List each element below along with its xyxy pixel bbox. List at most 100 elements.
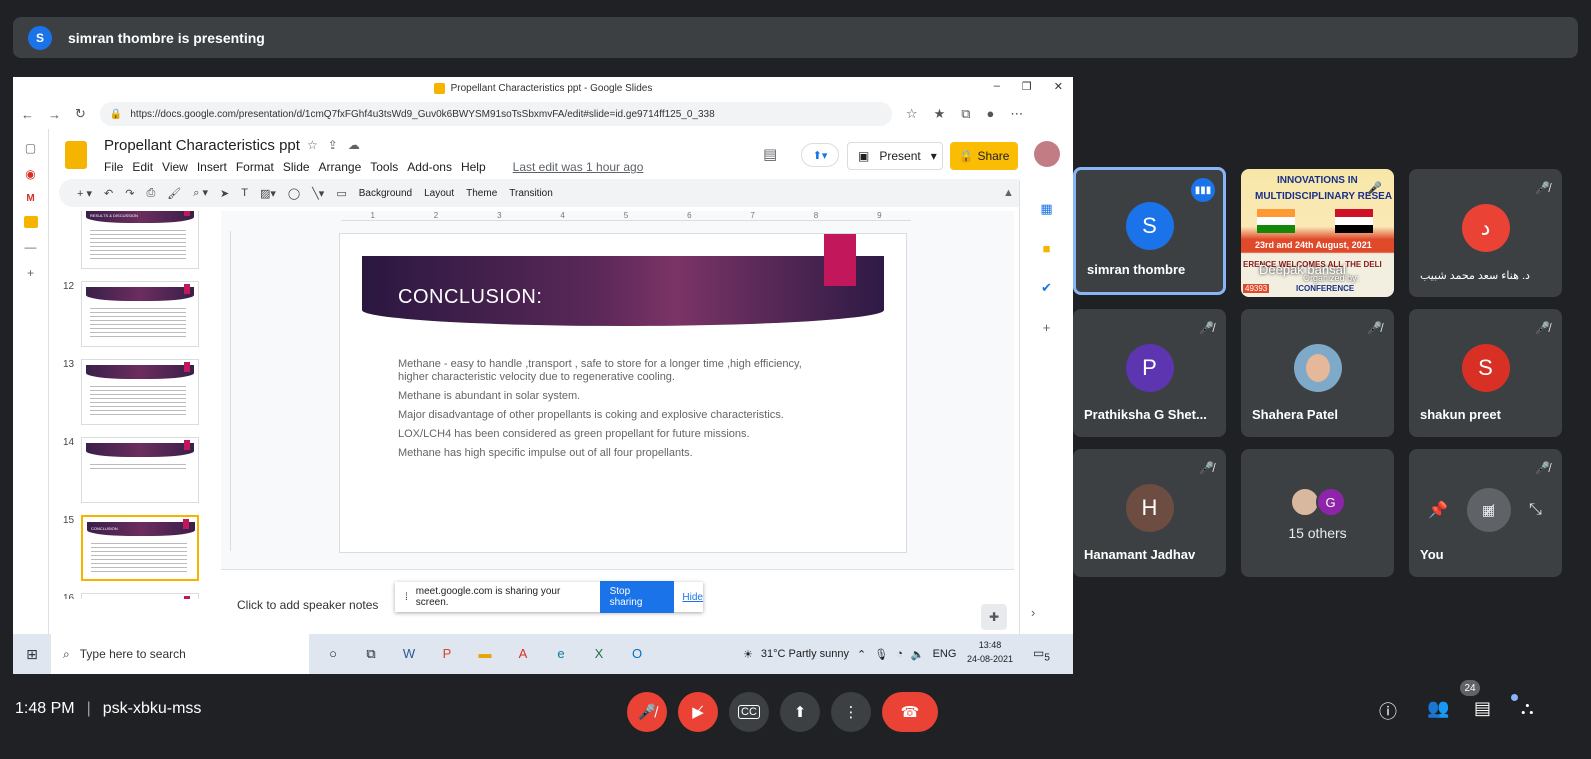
- film-item[interactable]: RESULTS & DISCUSSION: [49, 211, 219, 283]
- more-options-button[interactable]: ⋮: [831, 692, 871, 732]
- explorer-icon[interactable]: ▬: [477, 646, 493, 662]
- reload-icon[interactable]: ↻: [75, 106, 86, 122]
- layout-button[interactable]: Layout: [424, 188, 454, 199]
- close-button[interactable]: ✕: [1054, 80, 1063, 93]
- share-button[interactable]: 🔒 Share: [950, 142, 1018, 170]
- minimize-button[interactable]: –: [994, 80, 1000, 93]
- participant-tile-hanamant[interactable]: H 🎤̸ Hanamant Jadhav: [1073, 449, 1226, 577]
- menu-format[interactable]: Format: [236, 160, 274, 174]
- participant-tile-hanaa[interactable]: د 🎤̸ د. هناء سعد محمد شبيب: [1409, 169, 1562, 297]
- add-icon[interactable]: +: [27, 266, 34, 280]
- present-to-meeting-icon[interactable]: ⬆▾: [801, 143, 839, 167]
- doc-title[interactable]: Propellant Characteristics ppt: [104, 137, 300, 154]
- address-bar[interactable]: 🔒 https://docs.google.com/presentation/d…: [99, 102, 892, 126]
- activities-icon[interactable]: ⛬: [1521, 698, 1534, 719]
- edge-icon[interactable]: e: [553, 646, 569, 662]
- favorites-icon[interactable]: ★: [934, 106, 946, 122]
- line-tool-icon[interactable]: ╲▾: [312, 187, 324, 200]
- tasks-icon[interactable]: ✔: [1041, 280, 1052, 296]
- shape-icon[interactable]: ◯: [288, 187, 300, 200]
- volume-icon[interactable]: 🔈: [911, 648, 925, 661]
- film-item[interactable]: 16: [49, 593, 219, 599]
- participant-tile-you[interactable]: 🎤̸ 📌 ▦̸ ⤡ You: [1409, 449, 1562, 577]
- last-edit-link[interactable]: Last edit was 1 hour ago: [513, 160, 644, 174]
- participant-tile-deepak[interactable]: INNOVATIONS IN MULTIDISCIPLINARY RESEA 2…: [1241, 169, 1394, 297]
- network-icon[interactable]: ◔: [896, 648, 903, 660]
- participant-tile-others[interactable]: G 15 others: [1241, 449, 1394, 577]
- slide-thumbnail[interactable]: CONCLUSION: [81, 515, 199, 581]
- film-item[interactable]: 13: [49, 359, 219, 439]
- cloud-icon[interactable]: ☁: [348, 138, 370, 152]
- account-avatar[interactable]: [1034, 141, 1060, 167]
- film-item[interactable]: 12: [49, 281, 219, 361]
- image-icon[interactable]: ▨▾: [260, 187, 276, 200]
- mic-tray-icon[interactable]: 🎙: [874, 648, 888, 661]
- leave-call-button[interactable]: ☎: [882, 692, 938, 732]
- film-item-selected[interactable]: 15 CONCLUSION: [49, 515, 219, 595]
- background-button[interactable]: Background: [359, 188, 412, 199]
- add-comment-icon[interactable]: ✚: [981, 604, 1007, 630]
- word-icon[interactable]: W: [401, 646, 417, 662]
- participant-tile-shahera[interactable]: 🎤̸ Shahera Patel: [1241, 309, 1394, 437]
- powerpoint-icon[interactable]: P: [439, 646, 455, 662]
- theme-button[interactable]: Theme: [466, 188, 497, 199]
- mic-toggle-button[interactable]: 🎤̸: [627, 692, 667, 732]
- taskbar-clock[interactable]: 13:48 24-08-2021: [967, 638, 1013, 666]
- zoom-icon[interactable]: ⌕ ▾: [193, 186, 208, 200]
- star-icon[interactable]: ☆: [307, 138, 328, 152]
- slide-thumbnail[interactable]: RESULTS & DISCUSSION: [81, 211, 199, 269]
- redo-icon[interactable]: ↷: [125, 187, 134, 200]
- excel-icon[interactable]: X: [591, 646, 607, 662]
- select-icon[interactable]: ➤: [220, 187, 229, 200]
- keep-icon[interactable]: ■: [1043, 241, 1051, 256]
- present-button[interactable]: ▣ Present ▾: [847, 142, 943, 170]
- drag-handle-icon[interactable]: ⁞: [405, 592, 408, 603]
- menu-view[interactable]: View: [162, 160, 188, 174]
- transition-button[interactable]: Transition: [509, 188, 553, 199]
- record-icon[interactable]: ◉: [25, 167, 35, 181]
- chat-icon[interactable]: ▤: [1474, 698, 1491, 719]
- calendar-icon[interactable]: ▦: [1040, 201, 1052, 217]
- menu-help[interactable]: Help: [461, 160, 486, 174]
- hide-button[interactable]: Hide: [682, 592, 703, 603]
- slide-thumbnail[interactable]: [81, 593, 199, 599]
- tabs-icon[interactable]: ▢: [25, 141, 36, 155]
- taskbar-search[interactable]: ⌕ Type here to search: [51, 634, 309, 674]
- menu-edit[interactable]: Edit: [132, 160, 153, 174]
- collections-icon[interactable]: ⧉: [961, 106, 970, 122]
- comment-icon[interactable]: ▭: [336, 187, 346, 200]
- windows-start-icon[interactable]: ⊞: [13, 646, 51, 663]
- menu-insert[interactable]: Insert: [197, 160, 227, 174]
- move-icon[interactable]: ⇪: [328, 138, 348, 152]
- menu-addons[interactable]: Add-ons: [407, 160, 452, 174]
- participant-tile-simran[interactable]: S ▮▮▮ simran thombre: [1073, 167, 1226, 295]
- camera-toggle-button[interactable]: ▶̸: [678, 692, 718, 732]
- slides-logo-icon[interactable]: [65, 141, 87, 169]
- acrobat-icon[interactable]: A: [515, 646, 531, 662]
- chevron-right-icon[interactable]: ›: [1031, 605, 1035, 620]
- outlook-icon[interactable]: O: [629, 646, 645, 662]
- menu-file[interactable]: File: [104, 160, 123, 174]
- cortana-icon[interactable]: ○: [325, 646, 341, 662]
- menu-tools[interactable]: Tools: [370, 160, 398, 174]
- people-icon[interactable]: 👥: [1427, 698, 1449, 719]
- textbox-icon[interactable]: T: [241, 187, 248, 199]
- participant-tile-shakun[interactable]: S 🎤̸ shakun preet: [1409, 309, 1562, 437]
- slide-body[interactable]: Methane - easy to handle ,transport , sa…: [398, 358, 818, 466]
- menu-arrange[interactable]: Arrange: [319, 160, 362, 174]
- comment-history-icon[interactable]: ▤: [763, 145, 777, 163]
- forward-icon[interactable]: →: [48, 107, 61, 122]
- weather-text[interactable]: 31°C Partly sunny: [761, 648, 849, 660]
- profile-icon[interactable]: ●: [987, 106, 995, 122]
- captions-button[interactable]: CC: [729, 692, 769, 732]
- print-icon[interactable]: ⎙: [146, 187, 155, 200]
- pin-icon[interactable]: 📌: [1428, 500, 1448, 520]
- gmail-icon[interactable]: M: [26, 193, 34, 204]
- collapse-toolbar-icon[interactable]: ▲: [1003, 187, 1014, 199]
- paint-format-icon[interactable]: 🖌: [167, 187, 181, 200]
- undo-icon[interactable]: ↶: [104, 187, 113, 200]
- notification-icon[interactable]: ▭5: [1033, 646, 1050, 663]
- slides-side-icon[interactable]: [23, 216, 38, 228]
- slide-title[interactable]: CONCLUSION:: [398, 286, 542, 309]
- restore-button[interactable]: ❐: [1022, 80, 1032, 93]
